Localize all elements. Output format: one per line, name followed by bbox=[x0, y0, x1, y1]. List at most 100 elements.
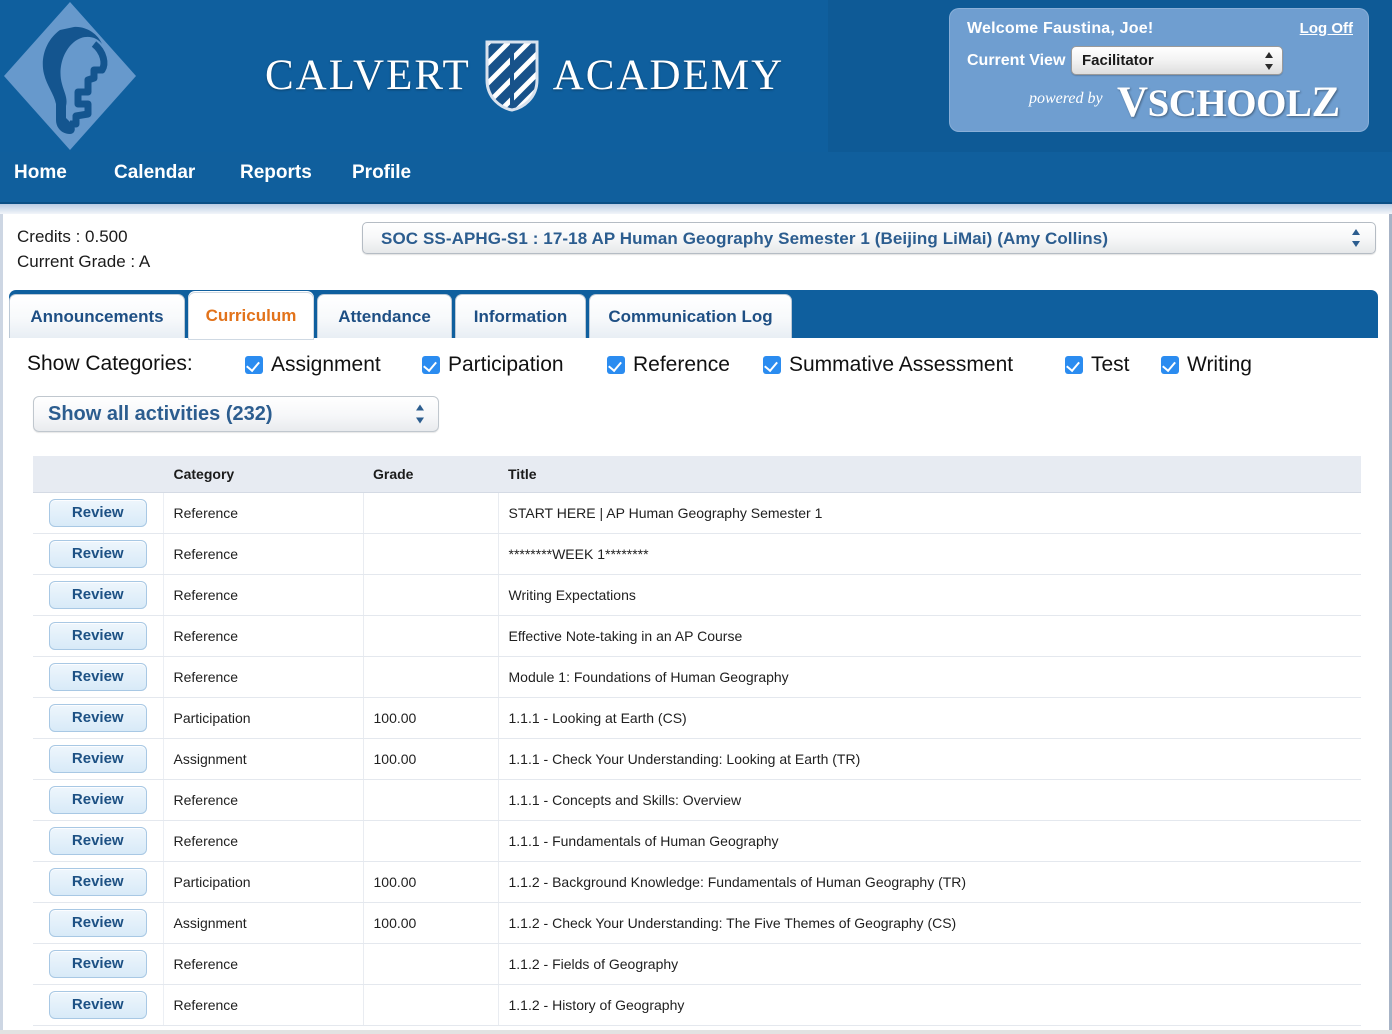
cell-action: Review bbox=[33, 738, 164, 780]
checkbox-checked-icon[interactable] bbox=[1161, 356, 1179, 374]
review-button[interactable]: Review bbox=[48, 990, 147, 1019]
column-header-grade: Grade bbox=[363, 456, 498, 493]
review-button[interactable]: Review bbox=[48, 703, 147, 732]
cell-grade: 100.00 bbox=[363, 738, 499, 780]
stepper-arrows-icon[interactable] bbox=[416, 404, 425, 424]
nav-item-home[interactable]: Home bbox=[14, 162, 67, 184]
nav-item-reports[interactable]: Reports bbox=[240, 162, 312, 184]
checkbox-checked-icon[interactable] bbox=[607, 356, 625, 374]
review-button[interactable]: Review bbox=[48, 498, 147, 527]
vschoolz-v: V bbox=[1117, 79, 1148, 126]
cell-category: Reference bbox=[163, 533, 364, 575]
review-button[interactable]: Review bbox=[48, 539, 147, 568]
current-view-select[interactable]: Facilitator bbox=[1071, 46, 1283, 75]
review-button[interactable]: Review bbox=[48, 580, 147, 609]
account-panel: Welcome Faustina, Joe! Log Off Current V… bbox=[949, 8, 1369, 132]
table-row: Review Assignment 100.00 1.1.2 - Check Your… bbox=[33, 902, 1361, 944]
table-row: Review Reference 1.1.2 - History of Geogra… bbox=[33, 984, 1361, 1026]
cell-title: 1.1.2 - Fields of Geography bbox=[498, 943, 1361, 985]
log-off-link[interactable]: Log Off bbox=[1300, 20, 1353, 37]
checkbox-checked-icon[interactable] bbox=[763, 356, 781, 374]
brand-wordmark: CALVERT ACADEMY bbox=[265, 38, 782, 112]
tab-communication-log[interactable]: Communication Log bbox=[589, 294, 792, 338]
cell-grade bbox=[363, 820, 499, 862]
review-button[interactable]: Review bbox=[48, 744, 147, 773]
review-button[interactable]: Review bbox=[48, 867, 147, 896]
review-button[interactable]: Review bbox=[48, 908, 147, 937]
table-row: Review Reference 1.1.1 - Fundamentals of H… bbox=[33, 820, 1361, 862]
review-button[interactable]: Review bbox=[48, 662, 147, 691]
cell-title: 1.1.2 - Check Your Understanding: The Fi… bbox=[498, 902, 1361, 944]
category-checkbox-summative-assessment[interactable]: Summative Assessment bbox=[763, 353, 1013, 377]
tab-information[interactable]: Information bbox=[455, 294, 586, 338]
category-checkbox-reference[interactable]: Reference bbox=[607, 353, 730, 377]
cell-category: Reference bbox=[163, 615, 364, 657]
course-credits-block: Credits : 0.500 Current Grade : A bbox=[17, 224, 150, 274]
cell-grade: 100.00 bbox=[363, 697, 499, 739]
cell-action: Review bbox=[33, 779, 164, 821]
category-checkbox-assignment[interactable]: Assignment bbox=[245, 353, 381, 377]
tab-announcements[interactable]: Announcements bbox=[9, 294, 185, 338]
category-checkbox-writing[interactable]: Writing bbox=[1161, 353, 1252, 377]
cell-action: Review bbox=[33, 615, 164, 657]
activities-filter-select[interactable]: Show all activities (232) bbox=[33, 396, 439, 432]
cell-action: Review bbox=[33, 984, 164, 1026]
cell-title: 1.1.1 - Concepts and Skills: Overview bbox=[498, 779, 1361, 821]
table-row: Review Participation 100.00 1.1.1 - Looking… bbox=[33, 697, 1361, 739]
cell-category: Reference bbox=[163, 492, 364, 534]
cell-action: Review bbox=[33, 943, 164, 985]
current-view-label: Current View bbox=[967, 52, 1066, 69]
column-header-action bbox=[33, 456, 164, 493]
brand-word-calvert: CALVERT bbox=[265, 51, 471, 99]
welcome-message: Welcome Faustina, Joe! bbox=[967, 20, 1154, 37]
shield-crest-icon bbox=[483, 38, 541, 112]
checkbox-checked-icon[interactable] bbox=[1065, 356, 1083, 374]
table-row: Review Reference Effective Note-taking in … bbox=[33, 615, 1361, 657]
category-filter-row: Show Categories: Assignment Participatio… bbox=[3, 344, 1392, 390]
cell-action: Review bbox=[33, 492, 164, 534]
cell-title: Writing Expectations bbox=[498, 574, 1361, 616]
review-button[interactable]: Review bbox=[48, 826, 147, 855]
nav-item-calendar[interactable]: Calendar bbox=[114, 162, 195, 184]
cell-grade bbox=[363, 656, 499, 698]
powered-by-label: powered by bbox=[1029, 90, 1103, 107]
course-select[interactable]: SOC SS-APHG-S1 : 17-18 AP Human Geograph… bbox=[362, 222, 1376, 254]
curriculum-table-scroll[interactable]: Category Grade Title Review Reference STAR… bbox=[33, 456, 1361, 1034]
cell-grade: 100.00 bbox=[363, 902, 499, 944]
application-page: CALVERT ACADEMY Welcome Faustina, Joe! L… bbox=[0, 0, 1392, 1034]
cell-grade bbox=[363, 615, 499, 657]
checkbox-checked-icon[interactable] bbox=[245, 356, 263, 374]
category-checkbox-participation[interactable]: Participation bbox=[422, 353, 564, 377]
viewport-bottom-edge bbox=[0, 1030, 1392, 1034]
column-header-title: Title bbox=[498, 456, 1361, 493]
tab-curriculum[interactable]: Curriculum bbox=[188, 292, 314, 340]
tab-bar: Announcements Curriculum Attendance Info… bbox=[9, 290, 1378, 340]
cell-grade bbox=[363, 492, 499, 534]
tab-attendance[interactable]: Attendance bbox=[317, 294, 452, 338]
table-row: Review Reference START HERE | AP Human Geo… bbox=[33, 492, 1361, 534]
review-button[interactable]: Review bbox=[48, 785, 147, 814]
table-row: Review Reference 1.1.1 - Concepts and Skil… bbox=[33, 779, 1361, 821]
cell-action: Review bbox=[33, 574, 164, 616]
vschoolz-z: Z bbox=[1311, 79, 1340, 126]
cell-category: Assignment bbox=[163, 902, 364, 944]
table-header-row: Category Grade Title bbox=[33, 456, 1361, 493]
cell-grade bbox=[363, 779, 499, 821]
review-button[interactable]: Review bbox=[48, 949, 147, 978]
cell-action: Review bbox=[33, 697, 164, 739]
cell-title: 1.1.1 - Looking at Earth (CS) bbox=[498, 697, 1361, 739]
cell-action: Review bbox=[33, 820, 164, 862]
cell-title: 1.1.1 - Fundamentals of Human Geography bbox=[498, 820, 1361, 862]
show-categories-label: Show Categories: bbox=[27, 352, 193, 375]
stepper-arrows-icon[interactable] bbox=[1352, 229, 1361, 247]
category-label-test: Test bbox=[1091, 353, 1130, 376]
checkbox-checked-icon[interactable] bbox=[422, 356, 440, 374]
stepper-arrows-icon[interactable] bbox=[1265, 51, 1274, 70]
category-label-reference: Reference bbox=[633, 353, 730, 376]
nav-item-profile[interactable]: Profile bbox=[352, 162, 411, 184]
review-button[interactable]: Review bbox=[48, 621, 147, 650]
category-checkbox-test[interactable]: Test bbox=[1065, 353, 1130, 377]
column-header-category: Category bbox=[163, 456, 363, 493]
cell-category: Reference bbox=[163, 943, 364, 985]
cell-category: Participation bbox=[163, 697, 364, 739]
